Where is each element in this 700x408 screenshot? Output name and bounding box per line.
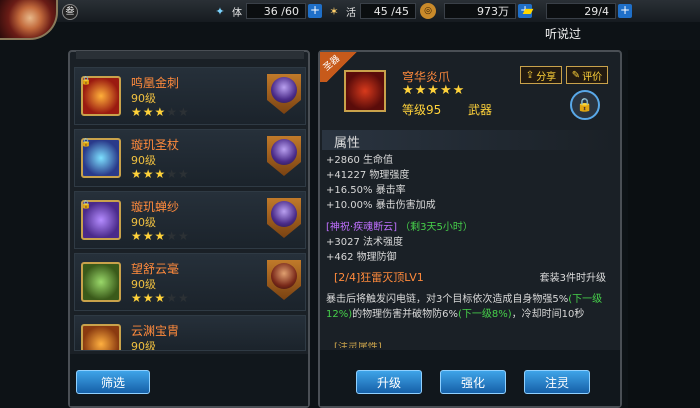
attr-line: +462 物理防御 <box>326 252 397 263</box>
enhance-button[interactable]: 强化 <box>440 370 506 394</box>
item-name: 璇玑蝉纱 <box>131 200 180 214</box>
blessing-attributes: [神祝·疾魂断云] （剩3天5小时） +3027 法术强度 +462 物理防御 <box>326 220 616 265</box>
item-stars: ★★★★★ <box>131 105 190 119</box>
gold-counter: ▰ 29/4 + <box>520 2 632 20</box>
right-margin <box>628 50 700 408</box>
add-stamina-button[interactable]: + <box>308 4 322 18</box>
lock-toggle-button[interactable]: 🔒 <box>570 90 600 120</box>
vitality-counter: ✶ 活 45 /45 <box>326 2 416 20</box>
rate-button[interactable]: ✎ 评价 <box>566 66 608 84</box>
blessing-name: [神祝·疾魂断云] <box>326 222 397 233</box>
edit-icon: ✎ <box>571 69 581 81</box>
truncated-section-title: [注灵属性] <box>334 342 382 348</box>
hero-portrait-badge <box>267 198 301 238</box>
hero-portrait-badge <box>267 260 301 300</box>
player-rank-badge: 叁 <box>62 4 78 20</box>
item-thumbnail: 🔒 <box>81 76 121 116</box>
coin-icon: ◎ <box>420 3 436 19</box>
item-level: 90级 <box>131 92 156 105</box>
base-attributes: +2860 生命值 +41227 物理强度 +16.50% 暴击率 +10.00… <box>326 153 616 213</box>
item-thumbnail: 🔒 <box>81 138 121 178</box>
upgrade-button[interactable]: 升级 <box>356 370 422 394</box>
list-top-divider <box>76 51 304 59</box>
skill-description: 暴击后将触发闪电链，对3个目标依次造成自身物强5%(下一级12%)的物理伤害并破… <box>326 294 603 320</box>
filter-button[interactable]: 筛选 <box>76 370 150 394</box>
add-gold-button[interactable]: + <box>618 4 632 18</box>
lock-icon: 🔒 <box>81 76 91 85</box>
scrolling-notice: 听说过 <box>545 27 582 41</box>
weapon-icon <box>344 70 386 112</box>
attr-line: +16.50% 暴击率 <box>326 185 406 196</box>
attr-header <box>322 130 618 150</box>
attr-line: +41227 物理强度 <box>326 170 410 181</box>
item-type: 武器 <box>468 103 493 117</box>
lock-icon: 🔒 <box>576 97 594 113</box>
item-name: 鸣凰金刺 <box>131 76 180 90</box>
list-item[interactable]: 🔒 鸣凰金刺 90级 ★★★★★ <box>74 67 306 125</box>
item-thumbnail: 🔒 <box>81 200 121 240</box>
list-item[interactable]: 🔒 璇玑圣杖 90级 ★★★★★ <box>74 129 306 187</box>
set-note: 套装3件时升级 <box>539 273 606 284</box>
gold-ingot-icon: ▰ <box>522 3 534 19</box>
equipment-list-panel: 🔒 鸣凰金刺 90级 ★★★★★ 🔒 璇玑圣杖 90级 ★★★★★ 🔒 璇玑蝉纱… <box>68 50 310 408</box>
item-level: 90级 <box>131 154 156 167</box>
item-level: 90级 <box>131 216 156 229</box>
item-level: 等级95 <box>402 103 442 117</box>
list-item[interactable]: 🔒 璇玑蝉纱 90级 ★★★★★ <box>74 191 306 249</box>
share-icon: ⇪ <box>525 69 535 81</box>
lock-icon: 🔒 <box>81 200 91 209</box>
hero-portrait-badge <box>267 136 301 176</box>
attr-line: +10.00% 暴击伤害加成 <box>326 200 436 211</box>
item-stars: ★★★★★ <box>131 229 190 243</box>
list-item[interactable]: 云渊宝胄 90级 <box>74 315 306 351</box>
item-stars: ★★★★★ <box>131 167 190 181</box>
item-thumbnail <box>81 262 121 302</box>
item-rating-stars: ★★★★★ <box>402 83 466 98</box>
list-item[interactable]: 望舒云毫 90级 ★★★★★ <box>74 253 306 311</box>
item-name: 云渊宝胄 <box>131 324 180 338</box>
item-detail-panel: 圣器 穹华炎爪 ★★★★★ 等级95 武器 ⇪ 分享 ✎ 评价 🔒 属性 +2860… <box>318 50 622 408</box>
stamina-icon: ✦ <box>215 4 225 18</box>
vitality-icon: ✶ <box>329 4 339 18</box>
item-name: 璇玑圣杖 <box>131 138 180 152</box>
coins-counter: ◎ 973万 + <box>420 2 532 20</box>
item-name: 望舒云毫 <box>131 262 180 276</box>
item-stars: ★★★★★ <box>131 291 190 305</box>
player-avatar[interactable] <box>0 0 58 40</box>
attr-line: +3027 法术强度 <box>326 237 404 248</box>
attr-title: 属性 <box>334 136 361 151</box>
share-button[interactable]: ⇪ 分享 <box>520 66 562 84</box>
attr-line: +2860 生命值 <box>326 155 394 166</box>
item-level: 90级 <box>131 278 156 291</box>
skill-title: [2/4]狂雷灭顶LV1 <box>334 271 424 284</box>
infuse-button[interactable]: 注灵 <box>524 370 590 394</box>
hero-portrait-badge <box>267 74 301 114</box>
item-level: 90级 <box>131 340 156 351</box>
stamina-counter: ✦ 体 36 /60 + <box>212 2 322 20</box>
lock-icon: 🔒 <box>81 138 91 147</box>
blessing-timer: （剩3天5小时） <box>400 222 473 233</box>
item-thumbnail <box>81 324 121 350</box>
